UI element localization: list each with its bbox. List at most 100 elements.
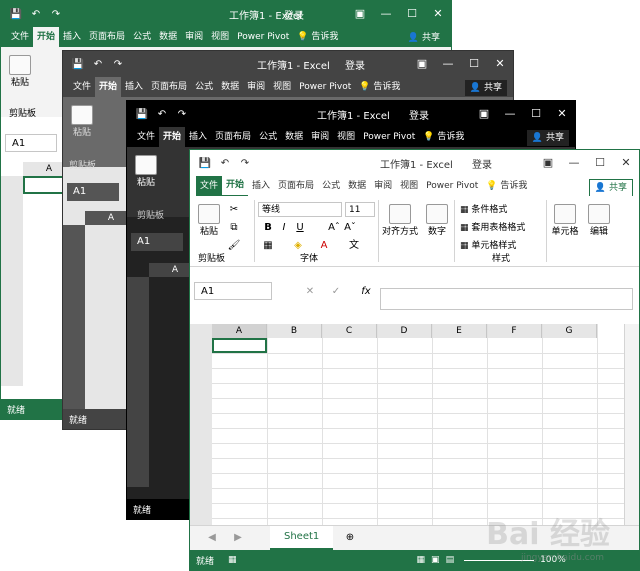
row-header[interactable] bbox=[1, 326, 23, 341]
cancel-icon[interactable]: ✕ bbox=[302, 284, 318, 300]
tab-review[interactable]: 审阅 bbox=[370, 176, 396, 196]
number-button[interactable]: 数字 bbox=[424, 204, 450, 237]
maximize-icon[interactable]: ☐ bbox=[523, 101, 549, 127]
tab-data[interactable]: 数据 bbox=[344, 176, 370, 196]
row-header[interactable] bbox=[63, 240, 85, 255]
share-button[interactable]: 👤 共享 bbox=[403, 30, 445, 46]
maximize-icon[interactable]: ☐ bbox=[461, 51, 487, 77]
paste-button[interactable]: 粘贴 bbox=[71, 105, 93, 138]
tell-me[interactable]: 💡 告诉我 bbox=[355, 77, 404, 97]
row-header[interactable] bbox=[1, 221, 23, 236]
row-header[interactable] bbox=[190, 473, 212, 488]
format-painter-icon[interactable]: 🖌 bbox=[226, 238, 242, 254]
tab-file[interactable]: 文件 bbox=[133, 127, 159, 147]
page-break-view-icon[interactable]: ▤ bbox=[446, 555, 455, 565]
row-header[interactable] bbox=[63, 225, 85, 240]
close-icon[interactable]: ✕ bbox=[613, 150, 639, 176]
row-header[interactable] bbox=[190, 413, 212, 428]
font-color-icon[interactable]: A bbox=[316, 238, 332, 254]
minimize-icon[interactable]: — bbox=[561, 150, 587, 176]
row-header[interactable] bbox=[1, 341, 23, 356]
row-header[interactable] bbox=[63, 270, 85, 285]
border-icon[interactable]: ▦ bbox=[260, 238, 276, 254]
tab-data[interactable]: 数据 bbox=[155, 27, 181, 47]
login-link[interactable]: 登录 bbox=[409, 107, 429, 122]
row-header[interactable] bbox=[1, 371, 23, 386]
save-icon[interactable]: 💾 bbox=[9, 9, 23, 20]
share-button[interactable]: 👤 共享 bbox=[588, 179, 633, 197]
share-button[interactable]: 👤 共享 bbox=[526, 130, 569, 146]
grow-font-icon[interactable]: Aˆ bbox=[326, 220, 342, 236]
row-header[interactable] bbox=[63, 330, 85, 345]
normal-view-icon[interactable]: ▦ bbox=[417, 555, 426, 565]
column-header[interactable]: F bbox=[487, 324, 542, 338]
redo-icon[interactable]: ↷ bbox=[175, 109, 189, 120]
tab-insert[interactable]: 插入 bbox=[121, 77, 147, 97]
row-header[interactable] bbox=[190, 353, 212, 368]
row-header[interactable] bbox=[127, 442, 149, 457]
row-header[interactable] bbox=[63, 300, 85, 315]
row-header[interactable] bbox=[127, 427, 149, 442]
save-icon[interactable]: 💾 bbox=[135, 109, 149, 120]
tab-page-layout[interactable]: 页面布局 bbox=[147, 77, 191, 97]
phonetic-icon[interactable]: 文 bbox=[346, 238, 362, 254]
tab-home[interactable]: 开始 bbox=[95, 77, 122, 97]
tab-view[interactable]: 视图 bbox=[333, 127, 359, 147]
row-header[interactable] bbox=[63, 285, 85, 300]
font-size-select[interactable]: 11 bbox=[345, 202, 375, 217]
tell-me[interactable]: 💡 告诉我 bbox=[419, 127, 468, 147]
tab-insert[interactable]: 插入 bbox=[59, 27, 85, 47]
copy-icon[interactable]: ⧉ bbox=[226, 220, 242, 236]
row-header[interactable] bbox=[1, 296, 23, 311]
undo-icon[interactable]: ↶ bbox=[91, 59, 105, 70]
tab-page-layout[interactable]: 页面布局 bbox=[274, 176, 318, 196]
share-button[interactable]: 👤 共享 bbox=[464, 80, 507, 96]
conditional-format-button[interactable]: ▦ 条件格式 bbox=[460, 202, 507, 215]
login-link[interactable]: 登录 bbox=[284, 7, 304, 22]
row-header[interactable] bbox=[127, 412, 149, 427]
minimize-icon[interactable]: — bbox=[497, 101, 523, 127]
row-header[interactable] bbox=[127, 292, 149, 307]
column-header[interactable]: G bbox=[542, 324, 597, 338]
paste-button[interactable]: 粘贴 bbox=[9, 55, 31, 88]
ribbon-display-icon[interactable]: ▣ bbox=[409, 51, 435, 77]
row-header[interactable] bbox=[127, 397, 149, 412]
tab-home[interactable]: 开始 bbox=[33, 27, 60, 47]
prev-sheet-icon[interactable]: ◀ bbox=[204, 530, 220, 546]
save-icon[interactable]: 💾 bbox=[198, 158, 212, 169]
row-header[interactable] bbox=[127, 367, 149, 382]
row-header[interactable] bbox=[190, 368, 212, 383]
undo-icon[interactable]: ↶ bbox=[155, 109, 169, 120]
close-icon[interactable]: ✕ bbox=[549, 101, 575, 127]
macro-icon[interactable]: ▦ bbox=[228, 555, 237, 565]
tab-power-pivot[interactable]: Power Pivot bbox=[295, 77, 355, 97]
tab-home[interactable]: 开始 bbox=[159, 127, 186, 147]
row-header[interactable] bbox=[63, 345, 85, 360]
tab-data[interactable]: 数据 bbox=[217, 77, 243, 97]
maximize-icon[interactable]: ☐ bbox=[587, 150, 613, 176]
close-icon[interactable]: ✕ bbox=[425, 1, 451, 27]
selected-cell-a1[interactable] bbox=[212, 338, 267, 353]
tab-formulas[interactable]: 公式 bbox=[255, 127, 281, 147]
tab-formulas[interactable]: 公式 bbox=[129, 27, 155, 47]
tell-me[interactable]: 💡 告诉我 bbox=[482, 176, 531, 196]
name-box[interactable]: A1 bbox=[194, 282, 272, 300]
ribbon-display-icon[interactable]: ▣ bbox=[347, 1, 373, 27]
column-header[interactable]: B bbox=[267, 324, 322, 338]
tell-me[interactable]: 💡 告诉我 bbox=[293, 27, 342, 47]
row-header[interactable] bbox=[127, 322, 149, 337]
insert-function-icon[interactable]: fx bbox=[356, 284, 376, 300]
row-header[interactable] bbox=[1, 191, 23, 206]
ribbon-display-icon[interactable]: ▣ bbox=[535, 150, 561, 176]
tab-view[interactable]: 视图 bbox=[207, 27, 233, 47]
row-header[interactable] bbox=[1, 356, 23, 371]
row-header[interactable] bbox=[1, 236, 23, 251]
page-layout-view-icon[interactable]: ▣ bbox=[431, 555, 440, 565]
row-header[interactable] bbox=[127, 382, 149, 397]
enter-icon[interactable]: ✓ bbox=[328, 284, 344, 300]
next-sheet-icon[interactable]: ▶ bbox=[230, 530, 246, 546]
tab-view[interactable]: 视图 bbox=[396, 176, 422, 196]
name-box[interactable]: A1 bbox=[67, 183, 119, 201]
row-header[interactable] bbox=[127, 352, 149, 367]
login-link[interactable]: 登录 bbox=[345, 57, 365, 72]
